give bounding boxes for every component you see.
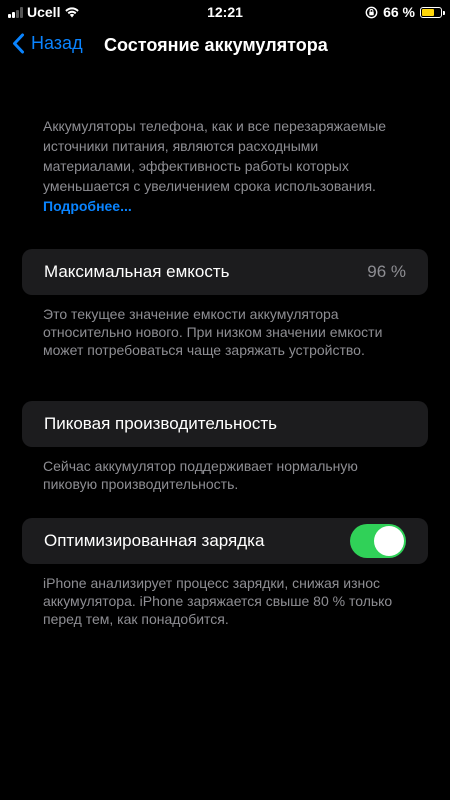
status-right: 66 % [365, 4, 445, 20]
peak-performance-footnote: Сейчас аккумулятор поддерживает нормальн… [43, 458, 358, 492]
back-button[interactable]: Назад [12, 33, 83, 54]
status-bar: Ucell 12:21 66 % [0, 0, 450, 24]
battery-percentage: 66 % [383, 4, 415, 20]
optimized-charging-footnote: iPhone анализирует процесс зарядки, сниж… [43, 575, 393, 627]
chevron-left-icon [13, 33, 24, 54]
toggle-knob [374, 526, 404, 556]
optimized-charging-row: Оптимизированная зарядка [22, 518, 428, 564]
peak-performance-row: Пиковая производительность [22, 401, 428, 447]
max-capacity-row: Максимальная емкость 96 % [22, 249, 428, 295]
battery-icon [420, 6, 445, 18]
page-title: Состояние аккумулятора [104, 35, 328, 55]
max-capacity-label: Максимальная емкость [44, 262, 230, 281]
optimized-charging-toggle[interactable] [350, 524, 406, 558]
navigation-bar: Назад Состояние аккумулятора [0, 30, 450, 64]
orientation-lock-icon [365, 6, 378, 18]
battery-level-fill [422, 8, 434, 16]
max-capacity-value: 96 % [367, 262, 406, 281]
back-button-label: Назад [31, 33, 83, 53]
learn-more-link[interactable]: Подробнее... [43, 198, 132, 214]
intro-text: Аккумуляторы телефона, как и все перезар… [43, 118, 387, 194]
optimized-charging-label: Оптимизированная зарядка [44, 531, 265, 550]
intro-description: Аккумуляторы телефона, как и все перезар… [43, 116, 413, 216]
max-capacity-footnote: Это текущее значение емкости аккумулятор… [43, 306, 383, 358]
peak-performance-label: Пиковая производительность [44, 414, 278, 433]
